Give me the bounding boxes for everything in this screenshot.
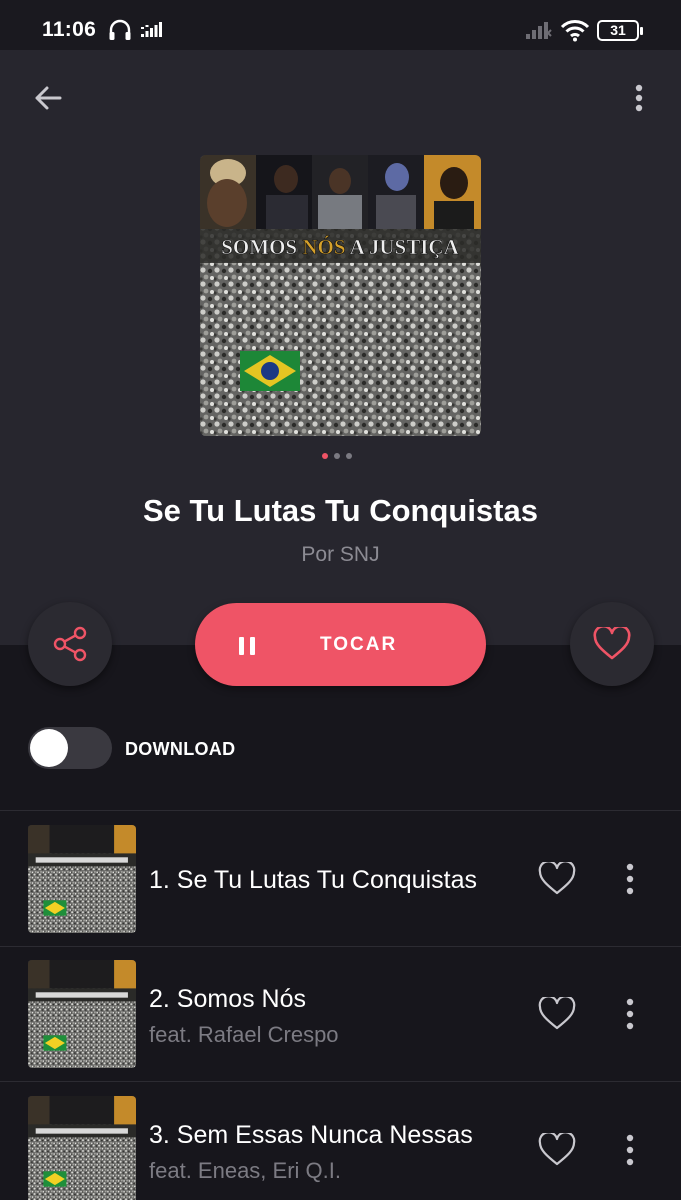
album-artist[interactable]: Por SNJ: [0, 543, 681, 567]
more-vertical-icon[interactable]: [622, 1132, 638, 1168]
cover-text-nos: NÓS: [302, 235, 345, 259]
carousel-dot-1[interactable]: [322, 453, 328, 459]
wifi-icon: [560, 20, 590, 42]
divider: [0, 946, 681, 947]
status-bar: 11:06 31: [0, 0, 681, 50]
heart-icon[interactable]: [538, 1133, 576, 1167]
divider: [0, 1081, 681, 1082]
track-title: 1. Se Tu Lutas Tu Conquistas: [149, 866, 477, 894]
heart-icon[interactable]: [538, 997, 576, 1031]
album-cover: SOMOS NÓS A JUSTIÇA: [200, 155, 481, 436]
divider: [0, 810, 681, 811]
svg-text:SOMOS NÓS A JUSTIÇA: SOMOS NÓS A JUSTIÇA: [221, 235, 459, 259]
track-featuring: feat. Rafael Crespo: [149, 1022, 339, 1047]
headphone-icon: [109, 19, 131, 40]
download-toggle[interactable]: [28, 727, 112, 769]
track-cover: [28, 825, 136, 933]
track-cover: [28, 960, 136, 1068]
share-button[interactable]: [28, 602, 112, 686]
play-label: TOCAR: [320, 634, 398, 655]
toggle-knob: [30, 729, 68, 767]
track-title: 3. Sem Essas Nunca Nessas: [149, 1121, 473, 1149]
carousel-indicator[interactable]: [322, 453, 352, 459]
more-vertical-icon[interactable]: [624, 80, 654, 116]
cover-text-justica: JUSTIÇA: [369, 235, 460, 259]
cover-text-somos: SOMOS: [221, 235, 302, 259]
album-title: Se Tu Lutas Tu Conquistas: [143, 493, 538, 528]
heart-icon[interactable]: [538, 862, 576, 896]
more-vertical-icon[interactable]: [622, 861, 638, 897]
download-label: DOWNLOAD: [125, 739, 236, 759]
arrow-left-icon[interactable]: [30, 80, 66, 116]
carousel-dot-2[interactable]: [334, 453, 340, 459]
battery-level: 31: [610, 22, 626, 38]
cover-text-a: A: [346, 235, 369, 259]
heart-icon: [593, 627, 631, 660]
pause-icon: [239, 637, 255, 655]
status-time: 11:06: [42, 18, 97, 41]
favorite-album-button[interactable]: [570, 602, 654, 686]
battery-indicator: 31: [597, 20, 643, 41]
track-title: 2. Somos Nós: [149, 985, 307, 1013]
play-button[interactable]: TOCAR: [195, 603, 486, 686]
track-featuring: feat. Eneas, Eri Q.I.: [149, 1158, 341, 1183]
carousel-dot-3[interactable]: [346, 453, 352, 459]
track-cover: [28, 1096, 136, 1200]
share-icon: [53, 626, 87, 662]
more-vertical-icon[interactable]: [622, 996, 638, 1032]
equalizer-icon: [141, 22, 162, 37]
signal-icon: [526, 22, 552, 39]
